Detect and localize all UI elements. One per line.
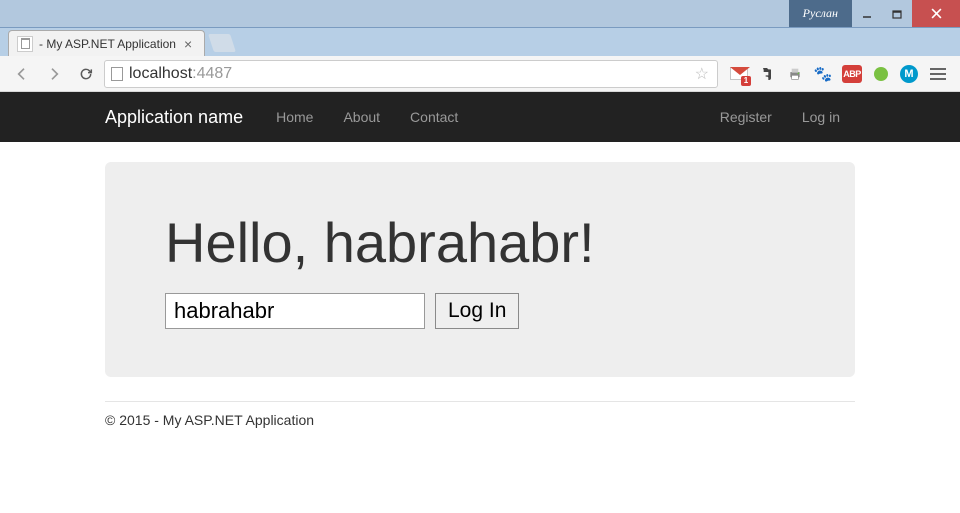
nav-link-login[interactable]: Log in	[787, 92, 855, 142]
maximize-button[interactable]	[882, 0, 912, 27]
nav-link-home[interactable]: Home	[261, 92, 328, 142]
paw-extension-icon[interactable]: 🐾	[814, 65, 832, 83]
nav-link-about[interactable]: About	[328, 92, 395, 142]
green-dot-extension-icon[interactable]	[872, 65, 890, 83]
browser-tab[interactable]: - My ASP.NET Application ×	[8, 30, 205, 56]
nav-link-contact[interactable]: Contact	[395, 92, 473, 142]
footer-divider	[105, 401, 855, 402]
username-input[interactable]	[165, 293, 425, 329]
navbar-brand[interactable]: Application name	[105, 107, 261, 128]
navbar-links: Home About Contact	[261, 92, 473, 142]
extension-icons: 1 🐾 ABP M	[722, 64, 952, 84]
navbar-right: Register Log in	[705, 92, 855, 142]
browser-tabstrip: - My ASP.NET Application ×	[0, 28, 960, 56]
window-controls	[852, 0, 960, 27]
new-tab-button[interactable]	[208, 34, 236, 52]
window-titlebar: Руслан	[0, 0, 960, 28]
adblock-extension-icon[interactable]: ABP	[842, 65, 862, 83]
page-favicon	[17, 36, 33, 52]
chrome-menu-button[interactable]	[928, 64, 948, 84]
page-footer: © 2015 - My ASP.NET Application	[105, 412, 855, 448]
address-bar[interactable]: localhost:4487 ☆	[104, 60, 718, 88]
page-container: Hello, habrahabr! Log In © 2015 - My ASP…	[105, 162, 855, 448]
bookmark-star-icon[interactable]: ☆	[693, 64, 711, 84]
page-heading: Hello, habrahabr!	[165, 210, 795, 275]
back-button[interactable]	[8, 60, 36, 88]
site-navbar: Application name Home About Contact Regi…	[0, 92, 960, 142]
gmail-badge: 1	[741, 76, 751, 86]
print-extension-icon[interactable]	[786, 65, 804, 83]
close-button[interactable]	[912, 0, 960, 27]
nav-link-register[interactable]: Register	[705, 92, 787, 142]
gmail-extension-icon[interactable]: 1	[730, 65, 748, 83]
m-extension-icon[interactable]: M	[900, 65, 918, 83]
login-button[interactable]: Log In	[435, 293, 519, 329]
window-user-badge[interactable]: Руслан	[789, 0, 852, 27]
tab-title: - My ASP.NET Application	[39, 37, 176, 51]
minimize-button[interactable]	[852, 0, 882, 27]
site-info-icon[interactable]	[111, 67, 123, 81]
url-text: localhost:4487	[129, 65, 687, 83]
evernote-extension-icon[interactable]	[758, 65, 776, 83]
browser-toolbar: localhost:4487 ☆ 1 🐾 ABP M	[0, 56, 960, 92]
login-form: Log In	[165, 293, 795, 329]
jumbotron: Hello, habrahabr! Log In	[105, 162, 855, 377]
forward-button[interactable]	[40, 60, 68, 88]
tab-close-icon[interactable]: ×	[182, 36, 194, 52]
reload-button[interactable]	[72, 60, 100, 88]
